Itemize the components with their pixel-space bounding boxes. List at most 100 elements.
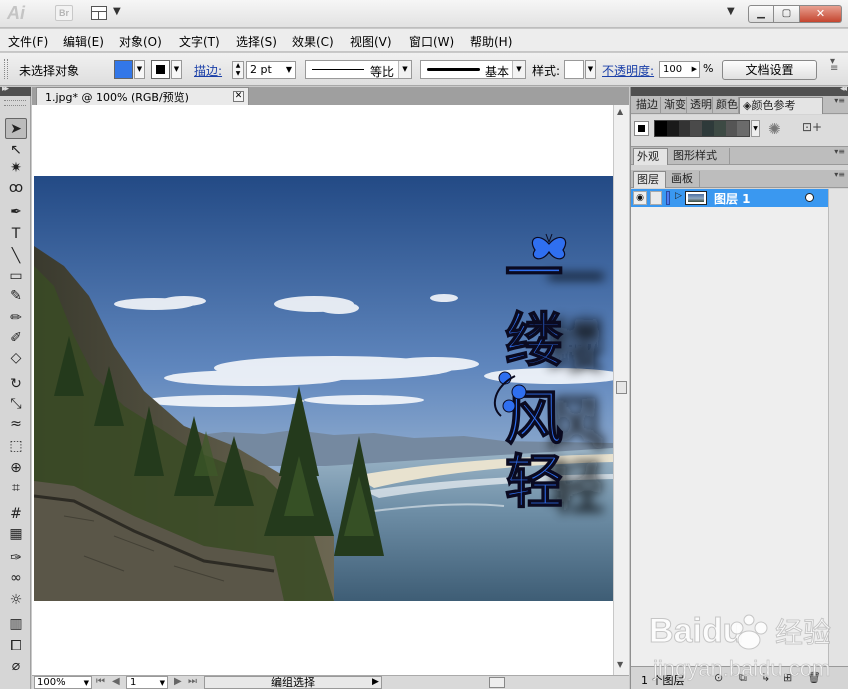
panel-menu-icon[interactable]: ▾≡: [834, 97, 845, 105]
menu-object[interactable]: 对象(O): [119, 33, 162, 50]
document-setup-button[interactable]: 文档设置: [722, 60, 817, 80]
panel-grip[interactable]: [4, 59, 8, 79]
pencil-tool[interactable]: ✏: [5, 308, 27, 329]
scroll-up-icon[interactable]: ▲: [617, 107, 623, 116]
close-button[interactable]: ✕: [800, 5, 842, 23]
zoom-level-select[interactable]: 100% ▼: [34, 676, 92, 689]
fill-dropdown-icon[interactable]: ▼: [134, 60, 145, 79]
perspective-grid-tool[interactable]: ⌗: [5, 478, 27, 499]
opacity-link[interactable]: 不透明度:: [602, 62, 654, 79]
tools-panel-header[interactable]: ▸▸: [0, 84, 31, 96]
menu-window[interactable]: 窗口(W): [409, 33, 454, 50]
tab-color[interactable]: 颜色: [713, 97, 739, 114]
scroll-down-icon[interactable]: ▼: [617, 660, 623, 669]
document-tab[interactable]: 1.jpg* @ 100% (RGB/预览) ✕: [36, 87, 249, 105]
menu-type[interactable]: 文字(T): [179, 33, 220, 50]
stroke-dropdown-icon[interactable]: ▼: [171, 60, 182, 79]
style-dropdown-icon[interactable]: ▼: [585, 60, 596, 79]
harmony-color-swatch[interactable]: [655, 121, 667, 136]
harmony-color-swatch[interactable]: [678, 121, 691, 136]
tab-gradient[interactable]: 渐变: [661, 97, 687, 114]
minimize-button[interactable]: ▁: [748, 5, 774, 23]
maximize-button[interactable]: ▢: [774, 5, 800, 23]
menu-view[interactable]: 视图(V): [350, 33, 392, 50]
menu-edit[interactable]: 编辑(E): [63, 33, 104, 50]
brush-definition-dropdown[interactable]: 基本 ▼: [420, 60, 526, 79]
harmony-color-strip[interactable]: [654, 120, 750, 137]
selection-tool[interactable]: ➤: [5, 118, 27, 139]
artboard-tool[interactable]: ⧠: [5, 636, 27, 657]
harmony-color-swatch[interactable]: [702, 121, 714, 136]
layer-name[interactable]: 图层 1: [714, 190, 751, 207]
lasso-tool[interactable]: ꝏ: [5, 178, 27, 199]
rotate-tool[interactable]: ↻: [5, 374, 27, 395]
stroke-weight-field[interactable]: 2 pt ▼: [246, 61, 296, 79]
rectangle-tool[interactable]: ▭: [5, 266, 27, 287]
stroke-color-swatch[interactable]: [151, 60, 170, 79]
menu-file[interactable]: 文件(F): [8, 33, 48, 50]
menu-help[interactable]: 帮助(H): [470, 33, 512, 50]
tab-layers[interactable]: 图层: [633, 171, 666, 188]
artboard-select[interactable]: 1 ▼: [126, 676, 168, 689]
horizontal-scrollbar-thumb[interactable]: [489, 677, 505, 688]
gradient-tool[interactable]: ▦: [5, 524, 27, 545]
slice-tool[interactable]: ⌀: [5, 656, 27, 677]
tab-appearance[interactable]: 外观: [633, 148, 668, 165]
tab-graphic-styles[interactable]: 图形样式: [670, 148, 730, 165]
bridge-button[interactable]: Br: [55, 5, 73, 21]
layers-scrollbar[interactable]: [828, 189, 848, 666]
edit-colors-icon[interactable]: ✺: [768, 120, 781, 138]
graphic-style-swatch[interactable]: [564, 60, 584, 79]
base-color-swatch[interactable]: [634, 121, 649, 136]
column-graph-tool[interactable]: ▥: [5, 614, 27, 635]
stroke-weight-stepper[interactable]: ▲ ▼: [232, 61, 244, 79]
symbol-sprayer-tool[interactable]: ☼: [5, 590, 27, 611]
arrange-documents-button[interactable]: ▼: [91, 5, 123, 21]
control-bar-menu-icon[interactable]: ▾ ≡: [830, 57, 838, 74]
lock-toggle[interactable]: [650, 191, 662, 205]
magic-wand-tool[interactable]: ✷: [5, 158, 27, 179]
harmony-color-swatch[interactable]: [666, 121, 679, 136]
opacity-field[interactable]: 100 ▶: [659, 61, 700, 78]
eyedropper-tool[interactable]: ✑: [5, 548, 27, 569]
workspace-switcher-icon[interactable]: ▼: [727, 6, 735, 17]
scrollbar-thumb[interactable]: [616, 381, 627, 394]
harmony-rules-dropdown-icon[interactable]: ▼: [751, 120, 760, 137]
layer-row[interactable]: ◉ ▷ 图层 1: [631, 189, 828, 207]
tab-color-guide[interactable]: ◈颜色参考: [739, 97, 823, 114]
status-menu-icon[interactable]: ▶: [372, 676, 379, 689]
tab-stroke[interactable]: 描边: [633, 97, 661, 114]
shape-builder-tool[interactable]: ⊕: [5, 458, 27, 479]
free-transform-tool[interactable]: ⬚: [5, 436, 27, 457]
status-info-field[interactable]: 编组选择: [204, 676, 382, 689]
menu-select[interactable]: 选择(S): [236, 33, 277, 50]
placed-landscape-image[interactable]: 一 缕 风 轻 一 缕 风 轻: [34, 176, 613, 601]
blend-tool[interactable]: ∞: [5, 568, 27, 589]
expand-triangle-icon[interactable]: ▷: [675, 191, 682, 201]
document-canvas[interactable]: 一 缕 风 轻 一 缕 风 轻: [32, 105, 613, 675]
fill-color-swatch[interactable]: [114, 60, 133, 79]
close-icon[interactable]: ✕: [233, 91, 244, 102]
panel-menu-icon[interactable]: ▾≡: [834, 148, 845, 156]
scale-tool[interactable]: ⤡: [5, 394, 27, 415]
panel-dock-header[interactable]: ◂◂: [631, 84, 848, 96]
line-tool[interactable]: ╲: [5, 246, 27, 267]
stroke-link[interactable]: 描边:: [194, 62, 222, 79]
target-circle-icon[interactable]: [805, 193, 814, 202]
last-artboard-icon[interactable]: ⏭: [188, 676, 197, 689]
menu-effect[interactable]: 效果(C): [292, 33, 334, 50]
tab-artboards[interactable]: 画板: [668, 171, 700, 188]
first-artboard-icon[interactable]: ⏮: [96, 676, 105, 689]
eraser-tool[interactable]: ◇: [5, 348, 27, 369]
type-tool[interactable]: T: [5, 224, 27, 245]
harmony-color-swatch[interactable]: [713, 121, 726, 136]
harmony-color-swatch[interactable]: [737, 121, 749, 136]
save-color-group-icon[interactable]: ⊡+: [802, 120, 822, 134]
harmony-color-swatch[interactable]: [725, 121, 738, 136]
panel-menu-icon[interactable]: ▾≡: [834, 171, 845, 179]
tab-transparency[interactable]: 透明: [687, 97, 713, 114]
harmony-color-swatch[interactable]: [690, 121, 702, 136]
variable-width-profile-dropdown[interactable]: 等比 ▼: [305, 60, 412, 79]
tools-grip[interactable]: [4, 100, 26, 106]
blob-brush-tool[interactable]: ✐: [5, 328, 27, 349]
